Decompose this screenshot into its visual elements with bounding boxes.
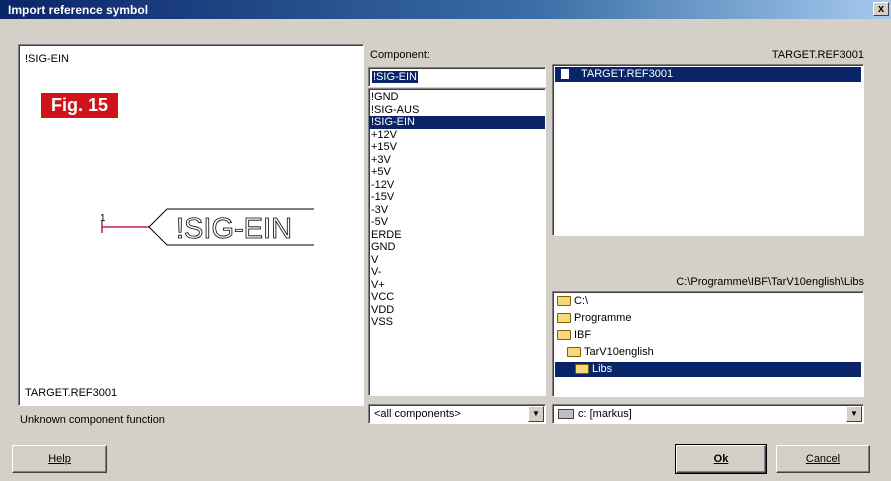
- preview-name-bottom: TARGET.REF3001: [25, 387, 118, 399]
- list-item[interactable]: ERDE: [369, 229, 545, 242]
- list-item[interactable]: -12V: [369, 179, 545, 192]
- list-item[interactable]: VCC: [369, 291, 545, 304]
- symbol-pin-number: 1: [100, 213, 106, 224]
- folder-icon: [557, 313, 571, 324]
- drive-select[interactable]: c: [markus] ▼: [552, 404, 864, 424]
- file-name: TARGET.REF3001: [581, 68, 674, 80]
- folder-icon: [557, 296, 571, 307]
- list-item[interactable]: !GND: [369, 91, 545, 104]
- chevron-down-icon[interactable]: ▼: [846, 406, 862, 422]
- chevron-down-icon[interactable]: ▼: [528, 406, 544, 422]
- component-filter-select[interactable]: <all components> ▼: [368, 404, 546, 424]
- file-header: TARGET.REF3001: [771, 49, 864, 61]
- list-item[interactable]: -15V: [369, 191, 545, 204]
- directory-item[interactable]: C:\: [557, 294, 588, 309]
- preview-name-top: !SIG-EIN: [25, 53, 70, 65]
- component-input-value: !SIG-EIN: [372, 71, 419, 83]
- list-item[interactable]: V-: [369, 266, 545, 279]
- list-item[interactable]: -3V: [369, 204, 545, 217]
- component-input[interactable]: !SIG-EIN: [368, 67, 546, 87]
- figure-badge: Fig. 15: [41, 93, 119, 118]
- window-title: Import reference symbol: [8, 3, 149, 17]
- list-item[interactable]: V: [369, 254, 545, 267]
- directory-path: C:\Programme\IBF\TarV10english\Libs: [676, 276, 864, 288]
- document-icon: [561, 69, 569, 79]
- list-item[interactable]: -5V: [369, 216, 545, 229]
- directory-item-selected[interactable]: Libs: [555, 362, 861, 377]
- directory-item[interactable]: TarV10english: [567, 345, 654, 360]
- list-item[interactable]: +3V: [369, 154, 545, 167]
- component-label: Component:: [370, 49, 430, 61]
- folder-icon: [557, 330, 571, 341]
- list-item[interactable]: VDD: [369, 304, 545, 317]
- list-item[interactable]: TARGET.REF3001: [555, 67, 861, 82]
- list-item[interactable]: +15V: [369, 141, 545, 154]
- ok-button[interactable]: Ok: [675, 444, 767, 474]
- help-button[interactable]: Help: [12, 445, 107, 473]
- symbol-text: !SIG-EIN: [176, 213, 292, 245]
- symbol-preview: !SIG-EIN Fig. 15 1 !SIG-EIN TARGET.REF30…: [18, 44, 364, 406]
- file-list[interactable]: TARGET.REF3001: [552, 64, 864, 236]
- folder-open-icon: [575, 364, 589, 375]
- list-item[interactable]: +12V: [369, 129, 545, 142]
- cancel-button[interactable]: Cancel: [776, 445, 870, 473]
- list-item[interactable]: VSS: [369, 316, 545, 329]
- directory-item[interactable]: Programme: [557, 311, 631, 326]
- directory-item[interactable]: IBF: [557, 328, 591, 343]
- drive-icon: [558, 409, 574, 420]
- status-text: Unknown component function: [20, 414, 165, 426]
- list-item[interactable]: !SIG-EIN: [369, 116, 545, 129]
- drive-value: c: [markus]: [558, 408, 632, 420]
- symbol-graphic: 1 !SIG-EIN: [100, 208, 314, 246]
- list-item[interactable]: V+: [369, 279, 545, 292]
- component-filter-value: <all components>: [374, 408, 461, 420]
- component-list[interactable]: !GND !SIG-AUS !SIG-EIN +12V +15V +3V +5V -12V -1…: [368, 88, 546, 396]
- close-button[interactable]: x: [873, 2, 889, 16]
- list-item[interactable]: GND: [369, 241, 545, 254]
- directory-tree[interactable]: C:\ Programme IBF TarV10english Libs: [552, 291, 864, 397]
- list-item[interactable]: +5V: [369, 166, 545, 179]
- title-bar: Import reference symbol x: [0, 0, 891, 19]
- list-item[interactable]: !SIG-AUS: [369, 104, 545, 117]
- folder-icon: [567, 347, 581, 358]
